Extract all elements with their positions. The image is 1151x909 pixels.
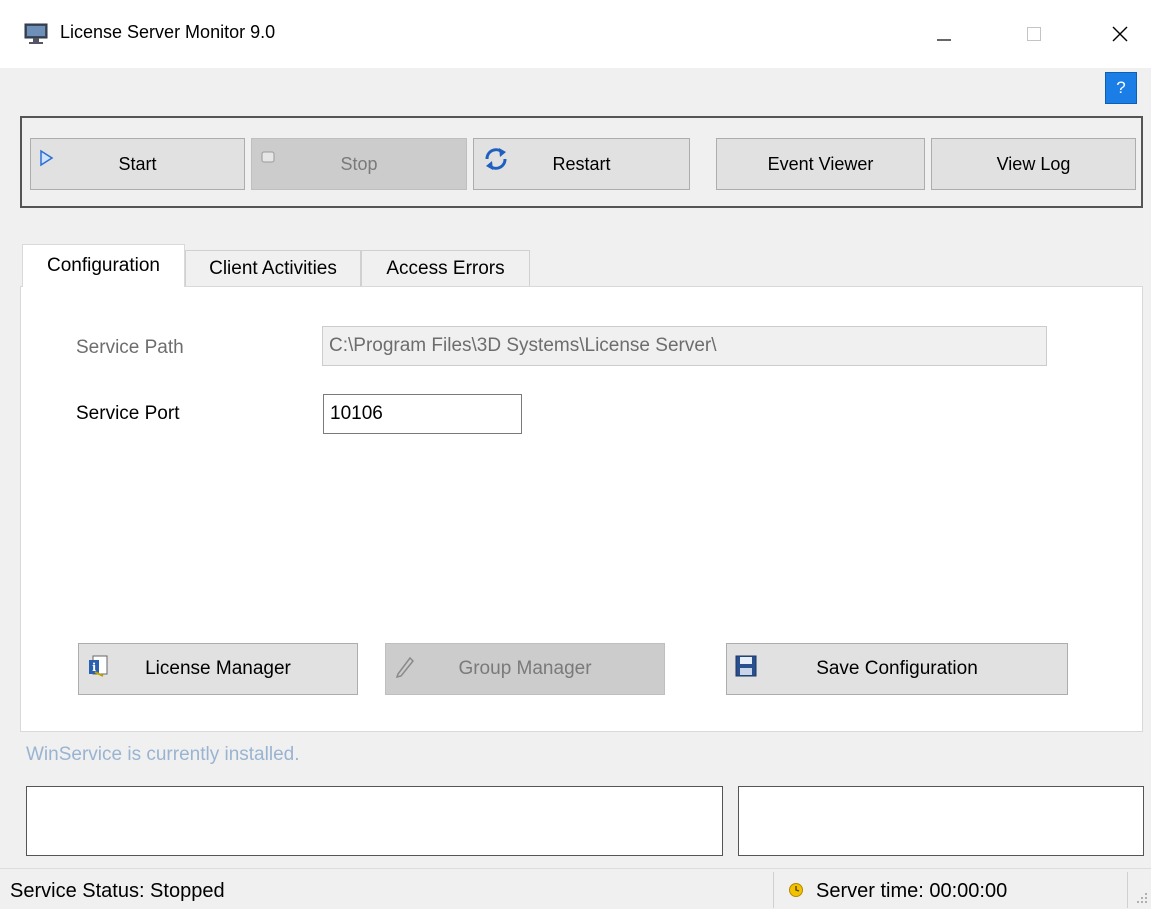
play-icon [39, 149, 55, 172]
monitor-icon [24, 22, 50, 46]
maximize-button[interactable] [1012, 12, 1056, 56]
refresh-icon [482, 145, 510, 178]
restart-button[interactable]: Restart [473, 138, 690, 190]
license-manager-label: License Manager [145, 658, 291, 679]
view-log-label: View Log [996, 153, 1071, 174]
output-box-left [26, 786, 723, 856]
service-status-text: Service Status: Stopped [10, 880, 225, 902]
help-button[interactable]: ? [1105, 72, 1137, 104]
close-button[interactable] [1098, 12, 1142, 56]
service-path-label: Service Path [76, 337, 184, 358]
service-path-field: C:\Program Files\3D Systems\License Serv… [322, 326, 1047, 366]
resize-grip-icon[interactable] [1136, 890, 1148, 909]
restart-button-label: Restart [552, 153, 611, 174]
start-button[interactable]: Start [30, 138, 245, 190]
stop-button-label: Stop [340, 153, 378, 174]
service-port-input[interactable]: 10106 [323, 394, 522, 434]
view-log-button[interactable]: View Log [931, 138, 1136, 190]
event-viewer-label: Event Viewer [767, 153, 874, 174]
stop-icon [260, 149, 276, 170]
status-separator [1127, 872, 1128, 908]
pencil-icon [394, 654, 416, 684]
status-separator [773, 872, 774, 908]
info-document-icon: i [87, 654, 109, 684]
tab-client-activities[interactable]: Client Activities [185, 250, 361, 286]
install-status-message: WinService is currently installed. [26, 744, 300, 765]
license-manager-button[interactable]: i License Manager [78, 643, 358, 695]
window-title: License Server Monitor 9.0 [60, 22, 276, 42]
minimize-icon [937, 39, 951, 41]
close-icon [1112, 26, 1128, 42]
tab-configuration[interactable]: Configuration [22, 244, 185, 287]
maximize-icon [1027, 27, 1041, 41]
event-viewer-button[interactable]: Event Viewer [716, 138, 925, 190]
save-configuration-button[interactable]: Save Configuration [726, 643, 1068, 695]
save-configuration-label: Save Configuration [816, 658, 978, 679]
service-port-label: Service Port [76, 403, 180, 424]
save-icon [735, 654, 757, 684]
group-manager-label: Group Manager [458, 658, 592, 679]
tab-access-errors[interactable]: Access Errors [361, 250, 530, 286]
clock-icon [788, 882, 804, 903]
title-bar: License Server Monitor 9.0 [0, 0, 1151, 68]
start-button-label: Start [118, 153, 157, 174]
output-box-right [738, 786, 1144, 856]
group-manager-button[interactable]: Group Manager [385, 643, 665, 695]
server-time-text: Server time: 00:00:00 [816, 880, 1008, 902]
minimize-button[interactable] [922, 12, 966, 56]
stop-button[interactable]: Stop [251, 138, 467, 190]
